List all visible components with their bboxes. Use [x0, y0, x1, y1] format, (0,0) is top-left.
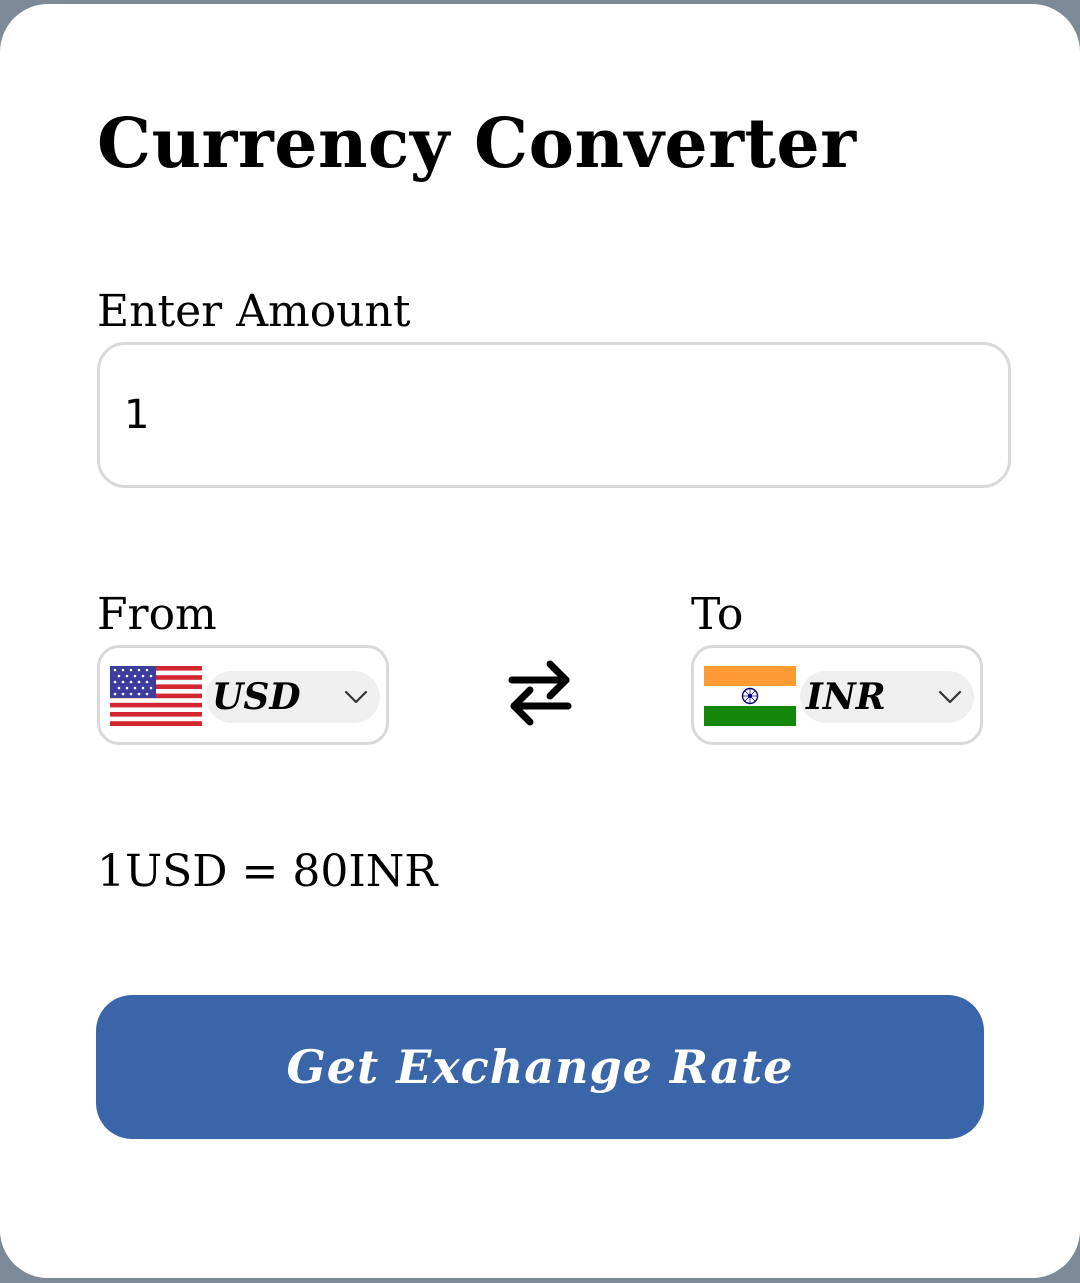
to-currency-code: INR: [806, 676, 886, 718]
amount-label: Enter Amount: [97, 286, 411, 337]
swap-arrows-icon[interactable]: [506, 656, 574, 728]
page-title: Currency Converter: [97, 104, 857, 184]
to-currency-select[interactable]: INR: [691, 645, 983, 745]
from-currency-code: USD: [212, 676, 301, 718]
from-currency-dropdown[interactable]: USD: [206, 671, 380, 723]
india-flag-icon: [704, 666, 796, 726]
from-currency-select[interactable]: USD: [97, 645, 389, 745]
exchange-rate-text: 1USD = 80INR: [97, 846, 438, 897]
from-label: From: [97, 589, 217, 640]
to-label: To: [691, 589, 744, 640]
get-exchange-rate-button[interactable]: Get Exchange Rate: [96, 995, 984, 1139]
amount-input[interactable]: [97, 342, 1011, 488]
chevron-down-icon: [344, 690, 368, 704]
to-currency-dropdown[interactable]: INR: [800, 671, 974, 723]
us-flag-icon: [110, 666, 202, 726]
converter-card: Currency Converter Enter Amount From: [0, 4, 1080, 1278]
chevron-down-icon: [938, 690, 962, 704]
